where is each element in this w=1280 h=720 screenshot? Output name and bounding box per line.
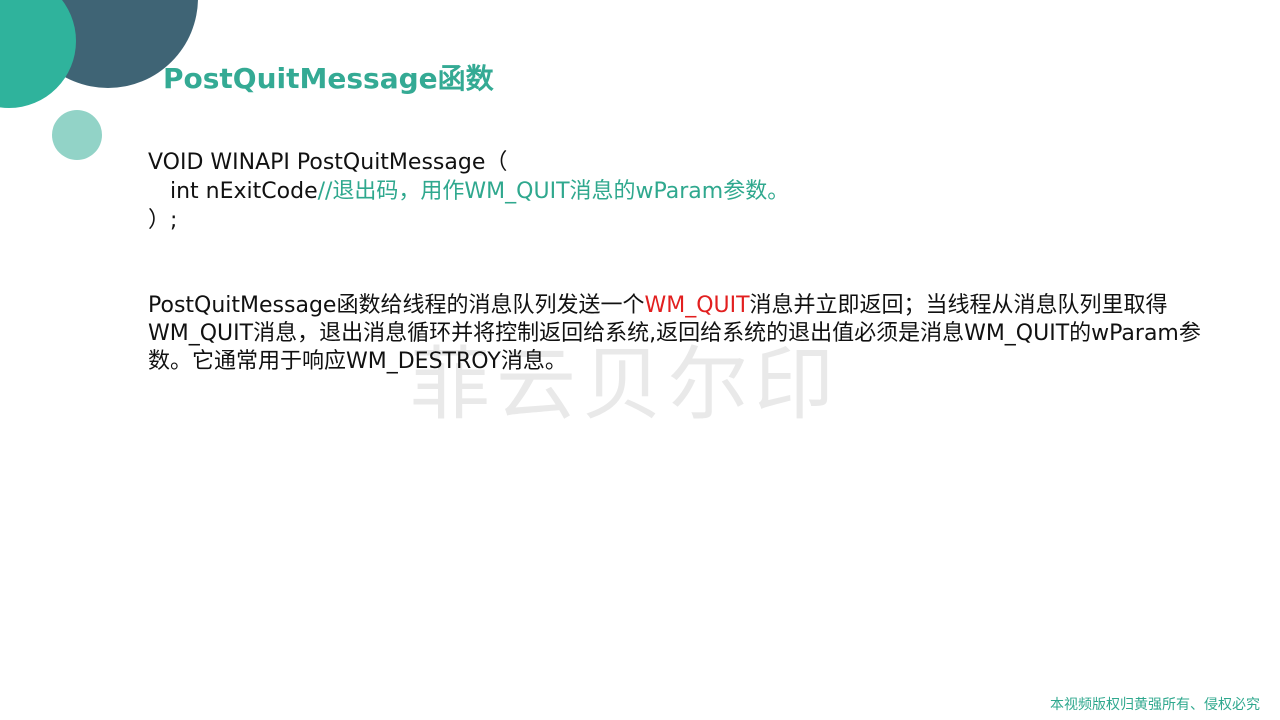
- decor-circle-small: [52, 110, 102, 160]
- description-highlight: WM_QUIT: [644, 293, 750, 318]
- decor-circle-teal: [0, 0, 76, 108]
- description-paragraph: PostQuitMessage函数给线程的消息队列发送一个WM_QUIT消息并立…: [148, 292, 1208, 376]
- function-signature: VOID WINAPI PostQuitMessage（ int nExitCo…: [148, 148, 789, 235]
- page-title: PostQuitMessage函数: [163, 62, 494, 95]
- parameter-comment: //退出码，用作WM_QUIT消息的wParam参数。: [317, 179, 790, 204]
- signature-line-3: ）;: [148, 208, 178, 233]
- parameter: int nExitCode: [170, 179, 318, 204]
- description-part-1: PostQuitMessage函数给线程的消息队列发送一个: [148, 293, 645, 318]
- signature-line-2: int nExitCode//退出码，用作WM_QUIT消息的wParam参数。: [148, 177, 789, 206]
- copyright-footer: 本视频版权归黄强所有、侵权必究: [1050, 697, 1260, 713]
- signature-line-1: VOID WINAPI PostQuitMessage（: [148, 150, 508, 175]
